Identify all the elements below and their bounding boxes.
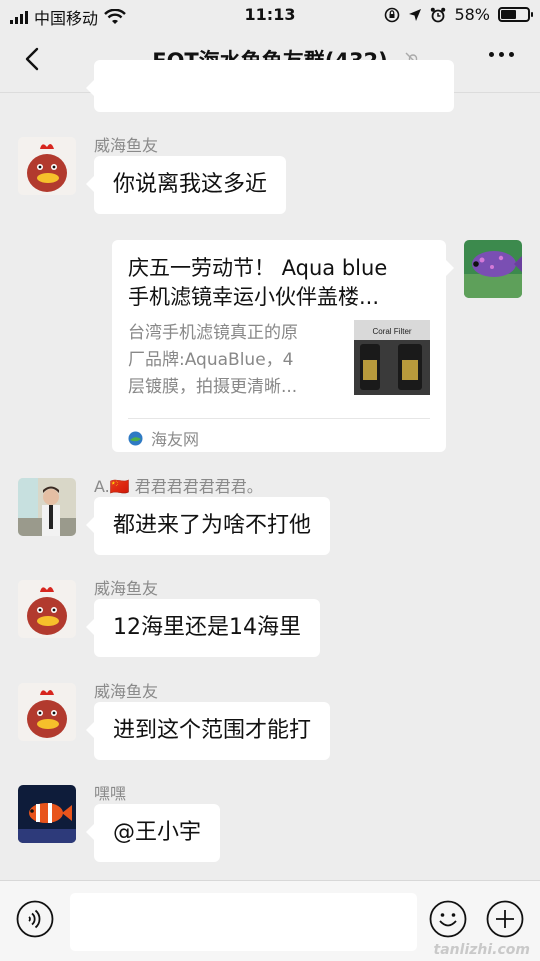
link-title: 庆五一劳动节！ Aqua blue 手机滤镜幸运小伙伴盖楼... xyxy=(128,254,433,312)
link-divider xyxy=(128,418,430,419)
message-text: 你说离我这多近 xyxy=(113,172,268,197)
status-bar: 中国移动 11:13 58% xyxy=(0,0,540,30)
link-thumbnail: Coral Filter xyxy=(354,320,430,395)
message-bubble[interactable]: 都进来了为啥不打他 xyxy=(85,497,331,555)
link-desc-line: 厂品牌:AquaBlue，4 xyxy=(128,350,294,370)
message-bubble[interactable]: 你说离我这多近 xyxy=(85,156,287,214)
sender-name: 威海鱼友 xyxy=(94,579,159,598)
rotation-lock-icon xyxy=(385,7,400,22)
site-logo-icon xyxy=(128,431,143,445)
battery-icon xyxy=(498,7,533,22)
more-icon[interactable] xyxy=(489,52,514,57)
link-card[interactable]: 庆五一劳动节！ Aqua blue 手机滤镜幸运小伙伴盖楼... 台湾手机滤镜真… xyxy=(112,240,454,452)
sender-name: A.🇨🇳 君君君君君君君。 xyxy=(94,477,263,496)
emoji-icon[interactable] xyxy=(429,900,467,938)
link-title-line: 庆五一劳动节！ Aqua blue xyxy=(128,256,388,280)
chicken-avatar[interactable] xyxy=(18,683,76,741)
link-source-name: 海友网 xyxy=(151,430,200,449)
link-description: 台湾手机滤镜真正的原 厂品牌:AquaBlue，4 层镀膜，拍摄更清晰... xyxy=(128,320,343,401)
message-text: 12海里还是14海里 xyxy=(113,615,301,640)
person-avatar[interactable] xyxy=(18,478,76,536)
message-input[interactable] xyxy=(70,893,417,951)
battery-percent: 58% xyxy=(454,5,490,24)
clownfish-avatar[interactable] xyxy=(18,785,76,843)
sender-name: 威海鱼友 xyxy=(94,682,159,701)
link-desc-line: 层镀膜，拍摄更清晰... xyxy=(128,377,298,397)
message-text: 进到这个范围才能打 xyxy=(113,718,312,743)
message-text: @王小宇 xyxy=(113,820,202,845)
thumb-label: Coral Filter xyxy=(372,327,411,336)
link-title-line: 手机滤镜幸运小伙伴盖楼... xyxy=(128,285,380,309)
sender-name: 威海鱼友 xyxy=(94,136,159,155)
message-bubble[interactable]: 12海里还是14海里 xyxy=(86,599,320,657)
message-bubble[interactable]: @王小宇 xyxy=(85,804,221,862)
input-bar: tanlizhi.com xyxy=(0,880,540,961)
watermark: tanlizhi.com xyxy=(433,942,530,958)
alarm-icon xyxy=(431,7,446,22)
sender-name: 嘿嘿 xyxy=(94,784,127,803)
message-bubble-partial[interactable] xyxy=(86,60,454,112)
plus-icon[interactable] xyxy=(486,900,524,938)
voice-icon[interactable] xyxy=(16,900,54,938)
chicken-avatar[interactable] xyxy=(18,580,76,638)
fish-avatar[interactable] xyxy=(464,240,522,298)
link-desc-line: 台湾手机滤镜真正的原 xyxy=(128,323,298,343)
message-bubble[interactable]: 进到这个范围才能打 xyxy=(85,702,331,760)
link-source: 海友网 xyxy=(128,426,199,450)
message-text: 都进来了为啥不打他 xyxy=(113,513,312,538)
location-icon xyxy=(409,8,422,21)
chicken-avatar[interactable] xyxy=(18,137,76,195)
